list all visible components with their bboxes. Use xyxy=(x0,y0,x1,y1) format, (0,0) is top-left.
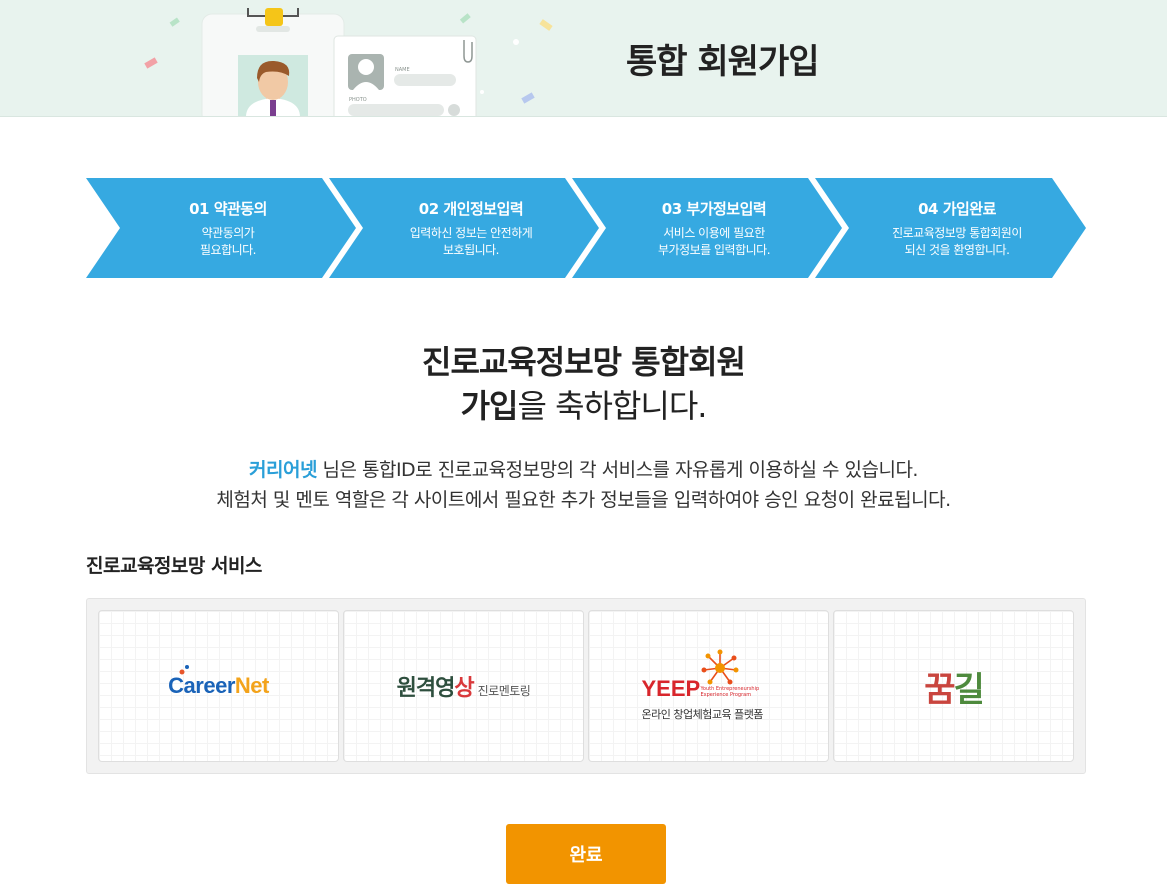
svg-text:PHOTO: PHOTO xyxy=(349,97,367,103)
step-1: 01 약관동의 약관동의가 필요합니다. xyxy=(128,178,328,278)
step-2-desc: 입력하신 정보는 안전하게 보호됩니다. xyxy=(409,225,533,257)
services-list: CareerNet 원격영상 진로멘토링 YEEP Youth Entrepre… xyxy=(86,598,1086,774)
page-title: 통합 회원가입 xyxy=(626,42,820,82)
service-card-yeep[interactable]: YEEP Youth Entrepreneurship Experience P… xyxy=(588,610,829,762)
user-name: 커리어넷 xyxy=(249,459,317,481)
step-3: 03 부가정보입력 서비스 이용에 필요한 부가정보를 입력합니다. xyxy=(614,178,814,278)
step-1-title: 01 약관동의 xyxy=(189,199,267,218)
congrats-heading: 진로교육정보망 통합회원 가입을 축하합니다. xyxy=(0,340,1167,428)
yeep-burst-icon xyxy=(701,649,738,685)
step-4: 04 가입완료 진로교육정보망 통합회원이 되신 것을 환영합니다. xyxy=(857,178,1057,278)
description-line-1: 커리어넷 님은 통합ID로 진로교육정보망의 각 서비스를 자유롭게 이용하실 … xyxy=(249,459,918,481)
step-2-title: 02 개인정보입력 xyxy=(418,199,524,218)
id-card-illustration: NAME PHOTO xyxy=(144,8,553,116)
service-card-careernet[interactable]: CareerNet xyxy=(98,610,339,762)
kkumgil-logo: 꿈길 xyxy=(924,669,985,710)
step-3-desc: 서비스 이용에 필요한 부가정보를 입력합니다. xyxy=(657,225,771,257)
careernet-dots-icon xyxy=(179,665,190,675)
step-1-desc: 약관동의가 필요합니다. xyxy=(199,225,257,257)
step-2: 02 개인정보입력 입력하신 정보는 안전하게 보호됩니다. xyxy=(371,178,571,278)
congrats-line-2: 가입을 축하합니다. xyxy=(460,387,708,425)
congrats-line-1: 진로교육정보망 통합회원 xyxy=(422,343,746,381)
services-title: 진로교육정보망 서비스 xyxy=(86,555,262,577)
step-3-title: 03 부가정보입력 xyxy=(661,199,767,218)
service-card-kkumgil[interactable]: 꿈길 xyxy=(833,610,1074,762)
complete-button[interactable]: 완료 xyxy=(506,824,666,884)
yeep-logo: YEEP Youth Entrepreneurship Experience P… xyxy=(634,646,784,726)
step-4-title: 04 가입완료 xyxy=(918,199,996,218)
header-banner: NAME PHOTO 통합 회원가입 xyxy=(0,0,1167,117)
remote-mentoring-logo: 원격영상 진로멘토링 xyxy=(396,676,531,701)
svg-text:NAME: NAME xyxy=(395,67,410,73)
description-line-2: 체험처 및 멘토 역할은 각 사이트에서 필요한 추가 정보들을 입력하여야 승… xyxy=(216,489,951,511)
step-4-desc: 진로교육정보망 통합회원이 되신 것을 환영합니다. xyxy=(892,225,1022,257)
welcome-description: 커리어넷 님은 통합ID로 진로교육정보망의 각 서비스를 자유롭게 이용하실 … xyxy=(0,455,1167,515)
service-card-remote-mentoring[interactable]: 원격영상 진로멘토링 xyxy=(343,610,584,762)
careernet-logo: CareerNet xyxy=(168,665,269,699)
signup-steps: 01 약관동의 약관동의가 필요합니다. 02 개인정보입력 입력하신 정보는 … xyxy=(86,178,1086,278)
